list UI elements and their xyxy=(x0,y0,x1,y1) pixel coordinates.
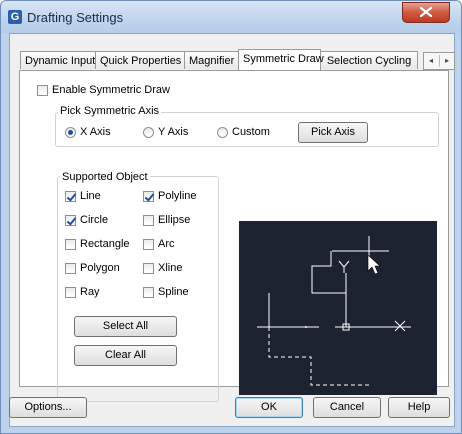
object-arc-box[interactable] xyxy=(143,238,154,250)
arrow-right-icon[interactable]: ▸ xyxy=(439,55,454,67)
object-arc-checkbox[interactable]: Arc xyxy=(143,238,175,250)
preview-y-marker-b xyxy=(343,260,350,268)
object-ellipse-box[interactable] xyxy=(143,214,154,226)
object-circle-box[interactable] xyxy=(65,214,76,226)
object-rectangle-box[interactable] xyxy=(65,238,76,250)
arrow-left-icon[interactable]: ◂ xyxy=(424,55,438,67)
object-line-box[interactable] xyxy=(65,190,76,202)
window-title: Drafting Settings xyxy=(27,10,124,25)
object-ray-label: Ray xyxy=(80,286,100,298)
y-axis-label: Y Axis xyxy=(158,126,189,138)
enable-symmetric-draw-label: Enable Symmetric Draw xyxy=(52,84,170,96)
ok-button[interactable]: OK xyxy=(235,397,303,418)
y-axis-radio[interactable]: Y Axis xyxy=(143,126,188,138)
tab-quick-properties[interactable]: Quick Properties xyxy=(95,51,185,69)
object-ellipse-label: Ellipse xyxy=(158,214,191,226)
tab-symmetric-draw[interactable]: Symmetric Draw xyxy=(238,49,324,70)
pick-axis-group-label: Pick Symmetric Axis xyxy=(58,105,162,117)
close-button[interactable] xyxy=(402,2,450,23)
pointer-cursor-icon xyxy=(367,254,381,275)
custom-axis-label: Custom xyxy=(232,126,270,138)
preview-dot xyxy=(305,326,307,328)
enable-symmetric-draw-box[interactable] xyxy=(37,84,48,96)
object-spline-label: Spline xyxy=(158,286,189,298)
object-circle-checkbox[interactable]: Circle xyxy=(65,214,108,226)
tab-selection-cycling[interactable]: Selection Cycling xyxy=(320,51,418,69)
symmetric-preview-canvas xyxy=(239,221,437,395)
preview-polyline xyxy=(311,251,346,294)
close-icon xyxy=(420,7,432,17)
tab-magnifier[interactable]: Magnifier xyxy=(184,51,239,69)
enable-symmetric-draw-checkbox[interactable]: Enable Symmetric Draw xyxy=(37,84,170,96)
object-spline-box[interactable] xyxy=(143,286,154,298)
x-axis-radio-dot[interactable] xyxy=(65,126,76,138)
select-all-button[interactable]: Select All xyxy=(74,316,177,337)
help-button[interactable]: Help xyxy=(388,397,450,418)
object-polyline-box[interactable] xyxy=(143,190,154,202)
object-ray-checkbox[interactable]: Ray xyxy=(65,286,100,298)
tab-scroll-buttons: ◂ ▸ xyxy=(423,52,455,70)
object-line-checkbox[interactable]: Line xyxy=(65,190,101,202)
object-polygon-box[interactable] xyxy=(65,262,76,274)
object-arc-label: Arc xyxy=(158,238,175,250)
preview-drawing xyxy=(257,236,411,386)
custom-axis-radio-dot[interactable] xyxy=(217,126,228,138)
clear-all-button[interactable]: Clear All xyxy=(74,345,177,366)
object-xline-checkbox[interactable]: Xline xyxy=(143,262,182,274)
x-axis-radio[interactable]: X Axis xyxy=(65,126,111,138)
symmetric-draw-panel: Enable Symmetric Draw Pick Symmetric Axi… xyxy=(19,70,449,402)
dialog-client: Dynamic Input Quick Properties Magnifier… xyxy=(9,33,455,427)
drafting-settings-dialog: G Drafting Settings Dynamic Input Quick … xyxy=(0,0,462,434)
object-ellipse-checkbox[interactable]: Ellipse xyxy=(143,214,190,226)
options-button[interactable]: Options... xyxy=(9,397,87,418)
cancel-button[interactable]: Cancel xyxy=(313,397,381,418)
object-ray-box[interactable] xyxy=(65,286,76,298)
object-polyline-checkbox[interactable]: Polyline xyxy=(143,190,197,202)
title-bar[interactable]: G Drafting Settings xyxy=(1,1,461,33)
object-polygon-checkbox[interactable]: Polygon xyxy=(65,262,120,274)
y-axis-radio-dot[interactable] xyxy=(143,126,154,138)
object-spline-checkbox[interactable]: Spline xyxy=(143,286,189,298)
object-polygon-label: Polygon xyxy=(80,262,120,274)
x-axis-label: X Axis xyxy=(80,126,111,138)
preview-mirrored-polyline xyxy=(268,327,369,386)
object-line-label: Line xyxy=(80,190,101,202)
object-rectangle-label: Rectangle xyxy=(80,238,130,250)
object-xline-label: Xline xyxy=(158,262,183,274)
object-polyline-label: Polyline xyxy=(158,190,197,202)
gcad-app-icon: G xyxy=(8,10,22,24)
pick-axis-button[interactable]: Pick Axis xyxy=(298,122,368,143)
object-xline-box[interactable] xyxy=(143,262,154,274)
preview-y-marker-a xyxy=(338,260,345,268)
tab-dynamic-input[interactable]: Dynamic Input xyxy=(20,51,96,69)
supported-object-group-label: Supported Object xyxy=(60,171,150,183)
object-rectangle-checkbox[interactable]: Rectangle xyxy=(65,238,130,250)
custom-axis-radio[interactable]: Custom xyxy=(217,126,270,138)
object-circle-label: Circle xyxy=(80,214,109,226)
